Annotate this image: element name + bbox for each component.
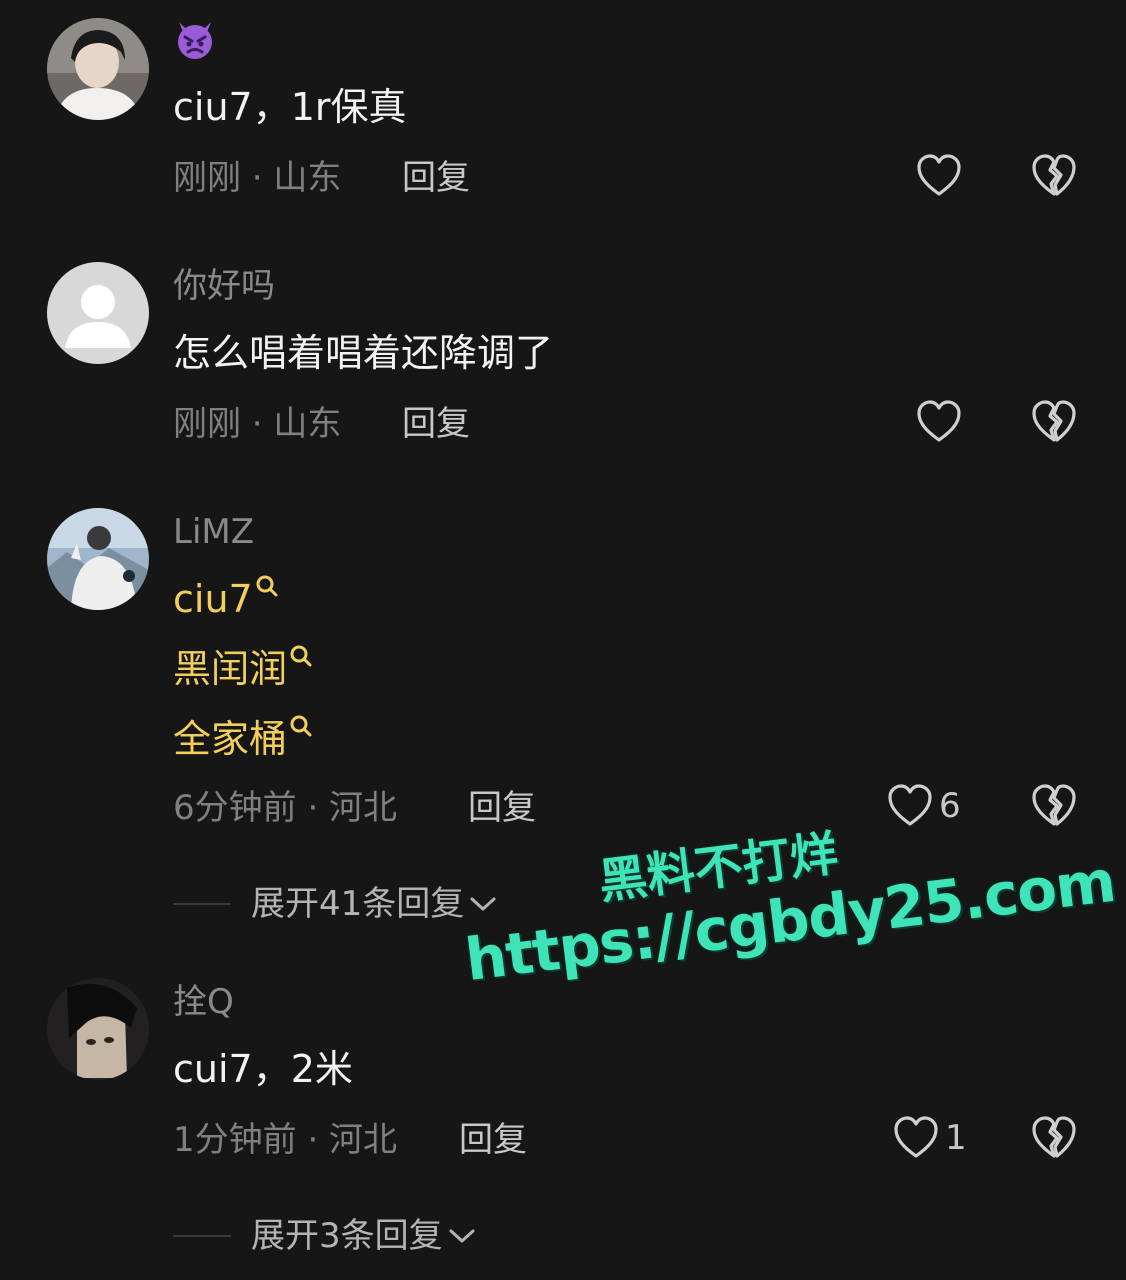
divider: [173, 1235, 231, 1237]
reply-button[interactable]: 回复: [402, 158, 470, 198]
reply-button[interactable]: 回复: [459, 1120, 527, 1160]
reply-button[interactable]: 回复: [402, 404, 470, 444]
mention-text: 黑闰润: [173, 647, 288, 691]
username[interactable]: [173, 18, 217, 69]
like-button[interactable]: 1: [893, 1116, 967, 1160]
comment-meta: 刚刚 · 山东: [173, 404, 342, 444]
expand-replies-label: 展开41条回复: [251, 884, 465, 924]
comment-text: 怎么唱着唱着还降调了: [173, 331, 554, 375]
mention-link[interactable]: ciu7: [173, 575, 279, 622]
comment-meta: 6分钟前 · 河北: [173, 788, 398, 828]
username[interactable]: LiMZ: [173, 512, 254, 552]
devil-emoji-icon: [178, 22, 212, 59]
avatar[interactable]: [47, 262, 149, 364]
expand-replies-label: 展开3条回复: [251, 1216, 443, 1256]
heart-icon: [917, 400, 961, 442]
like-button[interactable]: [916, 400, 968, 444]
heart-icon: [894, 1116, 938, 1158]
divider: [173, 903, 231, 905]
dislike-button[interactable]: [1031, 154, 1077, 198]
watermark: 黑料不打烊 https://cgbdy25.com: [455, 792, 1119, 994]
heart-icon: [917, 154, 961, 196]
comment-text: cui7，2米: [173, 1047, 353, 1091]
expand-replies-button[interactable]: 展开3条回复: [173, 1216, 477, 1256]
username[interactable]: 拴Q: [173, 982, 234, 1022]
search-icon: [290, 715, 312, 737]
dislike-button[interactable]: [1031, 1116, 1077, 1160]
avatar[interactable]: [47, 508, 149, 610]
search-icon: [256, 575, 278, 597]
chevron-down-icon: [449, 1229, 475, 1243]
comment-meta: 刚刚 · 山东: [173, 158, 342, 198]
broken-heart-icon: [1032, 154, 1076, 196]
mention-text: 全家桶: [173, 717, 288, 761]
mention-text: ciu7: [173, 577, 253, 621]
comment-text: ciu7，1r保真: [173, 85, 407, 129]
like-count: 1: [945, 1118, 967, 1158]
reply-button[interactable]: 回复: [468, 788, 536, 828]
comment-meta: 1分钟前 · 河北: [173, 1120, 398, 1160]
search-icon: [290, 645, 312, 667]
avatar[interactable]: [47, 978, 149, 1080]
broken-heart-icon: [1032, 1116, 1076, 1158]
mention-link[interactable]: 全家桶: [173, 715, 313, 762]
mention-link[interactable]: 黑闰润: [173, 645, 313, 692]
avatar[interactable]: [47, 18, 149, 120]
dislike-button[interactable]: [1031, 400, 1077, 444]
username[interactable]: 你好吗: [173, 266, 275, 306]
like-button[interactable]: [916, 154, 968, 198]
expand-replies-button[interactable]: 展开41条回复: [173, 884, 498, 924]
broken-heart-icon: [1032, 400, 1076, 442]
